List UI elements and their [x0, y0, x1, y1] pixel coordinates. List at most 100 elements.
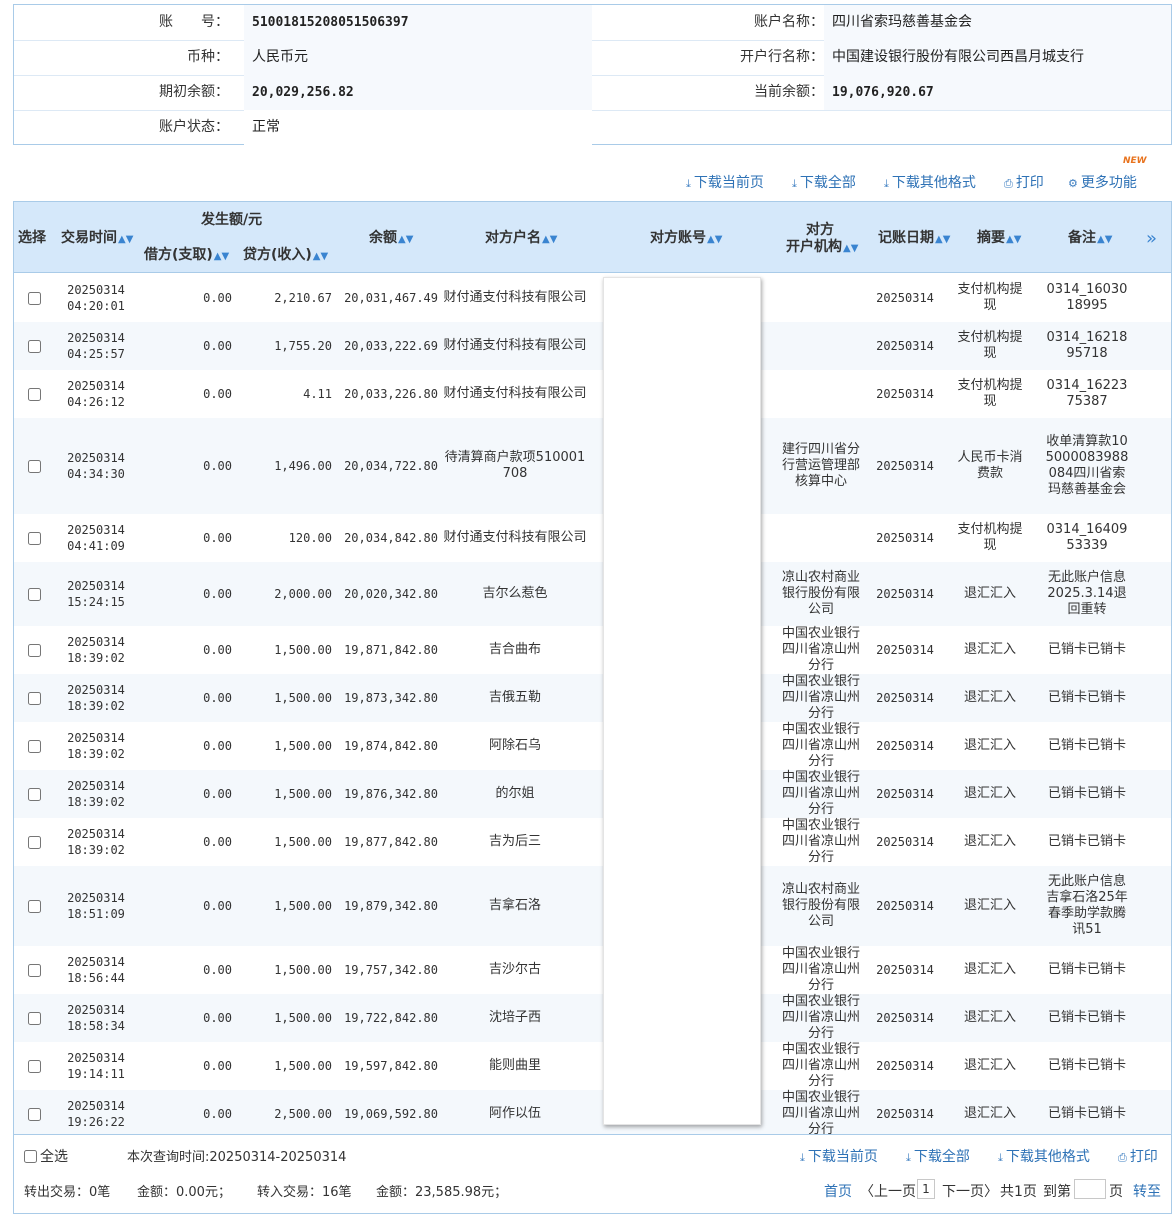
memo: 支付机构提现 — [957, 378, 1023, 409]
goto-page-input[interactable] — [1074, 1179, 1106, 1199]
memo: 支付机构提现 — [957, 330, 1023, 361]
footer-download-page-button[interactable]: ⤓ 下载当前页 — [800, 1146, 878, 1166]
counterparty-org-cell: 中国农业银行四川省凉山州分行 — [776, 818, 866, 866]
header-debit[interactable]: 借方(支取)▲▼ — [144, 247, 229, 265]
counterparty-org-cell: 凉山农村商业银行股份有限公司 — [776, 866, 866, 946]
download-all-button[interactable]: ⤓ 下载全部 — [792, 172, 856, 192]
header-counterparty-name[interactable]: 对方户名▲▼ — [485, 230, 557, 248]
note-cell: 已销卡已销卡 — [1044, 674, 1130, 722]
row-select-checkbox[interactable] — [27, 459, 41, 473]
balance-amount: 19,877,842.80 — [344, 835, 438, 849]
row-select-checkbox[interactable] — [27, 643, 41, 657]
row-select-checkbox[interactable] — [27, 587, 41, 601]
balance-amount: 19,722,842.80 — [344, 1011, 438, 1025]
row-select-checkbox[interactable] — [27, 963, 41, 977]
row-select-checkbox-cell — [14, 994, 54, 1042]
counterparty-name-cell: 吉拿石洛 — [438, 866, 592, 946]
post-date-cell: 20250314 — [870, 322, 940, 370]
header-time[interactable]: 交易时间▲▼ — [61, 230, 133, 248]
counterparty-name-cell: 吉为后三 — [438, 818, 592, 866]
debit-amount: 0.00 — [203, 387, 232, 401]
footer-download-other-button[interactable]: ⤓ 下载其他格式 — [998, 1146, 1090, 1166]
row-select-checkbox[interactable] — [27, 1107, 41, 1121]
footer-download-all-button[interactable]: ⤓ 下载全部 — [906, 1146, 970, 1166]
transaction-time-cell: 20250314 18:58:34 — [58, 994, 134, 1042]
footer-download-page-label: 下载当前页 — [807, 1149, 878, 1165]
post-date: 20250314 — [876, 587, 934, 601]
memo-cell: 退汇汇入 — [954, 1042, 1026, 1090]
balance-amount: 20,034,722.80 — [344, 459, 438, 473]
row-select-checkbox[interactable] — [27, 387, 41, 401]
transaction-time: 20250314 — [67, 635, 125, 649]
row-select-checkbox[interactable] — [27, 835, 41, 849]
transaction-time: 20250314 — [67, 955, 125, 969]
sort-icon: ▲▼ — [542, 234, 558, 245]
print-button[interactable]: ⎙ 打印 — [1004, 172, 1044, 192]
header-counterparty-org[interactable]: 开户机构▲▼ — [786, 239, 858, 257]
memo: 退汇汇入 — [963, 786, 1016, 801]
counterparty-org: 建行四川省分行营运管理部核算中心 — [781, 442, 860, 489]
counterparty-org: 中国农业银行四川省凉山州分行 — [781, 674, 860, 721]
memo: 退汇汇入 — [963, 586, 1016, 601]
more-functions-button[interactable]: ⚙ 更多功能 — [1068, 172, 1137, 192]
download-icon: ⤓ — [998, 1151, 1003, 1164]
select-all-checkbox[interactable] — [24, 1149, 37, 1163]
counterparty-org-cell: 中国农业银行四川省凉山州分行 — [776, 770, 866, 818]
select-all-control[interactable]: 全选 — [24, 1146, 68, 1166]
counterparty-name-cell: 阿作以伍 — [438, 1090, 592, 1134]
next-page-link[interactable]: 下一页〉 — [942, 1181, 998, 1201]
post-date-cell: 20250314 — [870, 818, 940, 866]
debit-amount-cell: 0.00 — [136, 722, 232, 770]
row-select-checkbox[interactable] — [27, 787, 41, 801]
row-select-checkbox[interactable] — [27, 691, 41, 705]
transaction-clock: 04:26:12 — [67, 395, 125, 409]
note-cell: 0314_1622375387 — [1044, 370, 1130, 418]
header-note[interactable]: 备注▲▼ — [1068, 230, 1112, 248]
header-counterparty-account[interactable]: 对方账号▲▼ — [650, 230, 722, 248]
note-cell: 0314_1603018995 — [1044, 274, 1130, 322]
row-select-checkbox[interactable] — [27, 531, 41, 545]
row-select-checkbox[interactable] — [27, 899, 41, 913]
counterparty-name-cell: 吉俄五勒 — [438, 674, 592, 722]
status-label: 账户状态： — [159, 119, 229, 135]
header-credit[interactable]: 贷方(收入)▲▼ — [243, 247, 328, 265]
download-other-button[interactable]: ⤓ 下载其他格式 — [884, 172, 976, 192]
row-select-checkbox[interactable] — [27, 339, 41, 353]
row-select-checkbox[interactable] — [27, 1011, 41, 1025]
first-page-link[interactable]: 首页 — [824, 1181, 852, 1201]
debit-amount: 0.00 — [203, 643, 232, 657]
counterparty-org-cell: 中国农业银行四川省凉山州分行 — [776, 626, 866, 674]
note: 0314_1622375387 — [1046, 378, 1128, 409]
download-page-button[interactable]: ⤓ 下载当前页 — [686, 172, 764, 192]
expand-columns-icon[interactable]: » — [1146, 228, 1157, 249]
credit-amount-cell: 1,496.00 — [236, 418, 332, 514]
counterparty-org-cell: 凉山农村商业银行股份有限公司 — [776, 562, 866, 626]
sort-icon: ▲▼ — [118, 234, 134, 245]
counterparty-name: 吉俄五勒 — [488, 690, 541, 705]
prev-page-link[interactable]: 〈上一页 — [860, 1181, 916, 1201]
note: 已销卡已销卡 — [1047, 786, 1126, 801]
header-post-date[interactable]: 记账日期▲▼ — [878, 230, 950, 248]
counterparty-name: 阿除石乌 — [488, 738, 541, 753]
row-select-checkbox[interactable] — [27, 291, 41, 305]
balance-amount-cell: 19,757,342.80 — [334, 946, 438, 994]
debit-amount-cell: 0.00 — [136, 514, 232, 562]
memo-cell: 退汇汇入 — [954, 818, 1026, 866]
credit-amount-cell: 1,500.00 — [236, 770, 332, 818]
debit-amount-cell: 0.00 — [136, 994, 232, 1042]
note: 无此账户信息2025.3.14退回重转 — [1047, 570, 1127, 617]
header-balance[interactable]: 余额▲▼ — [369, 230, 413, 248]
download-icon: ⤓ — [800, 1151, 805, 1164]
download-icon: ⤓ — [792, 177, 797, 190]
table-row: 20250314 18:39:02 0.00 1,500.00 19,874,842.8… — [14, 722, 1171, 770]
header-memo[interactable]: 摘要▲▼ — [977, 230, 1021, 248]
account-info-panel: 账 号： 51001815208051506397 账户名称： 四川省索玛慈善基… — [13, 4, 1172, 145]
header-post-date-label: 记账日期 — [878, 230, 934, 246]
post-date-cell: 20250314 — [870, 1042, 940, 1090]
query-time: 本次查询时间:20250314-20250314 — [127, 1150, 347, 1165]
row-select-checkbox[interactable] — [27, 1059, 41, 1073]
footer-print-button[interactable]: ⎙ 打印 — [1118, 1146, 1158, 1166]
row-select-checkbox[interactable] — [27, 739, 41, 753]
note-cell: 无此账户信息2025.3.14退回重转 — [1044, 562, 1130, 626]
goto-page-button[interactable]: 转至 — [1133, 1181, 1161, 1201]
